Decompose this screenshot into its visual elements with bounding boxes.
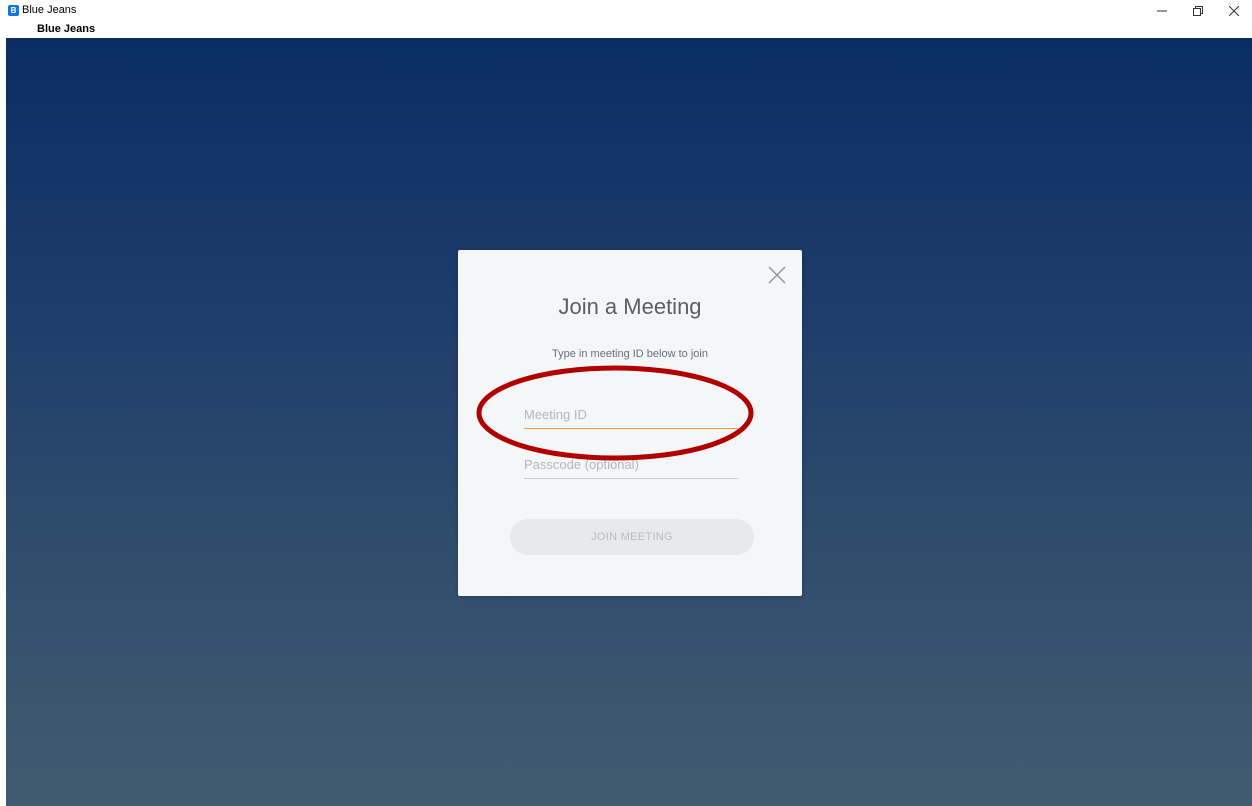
app-logo-icon: B xyxy=(8,5,19,16)
app-header-title: Blue Jeans xyxy=(37,23,96,35)
restore-button[interactable] xyxy=(1180,0,1216,22)
window-controls xyxy=(1144,0,1252,22)
join-meeting-dialog: Join a Meeting Type in meeting ID below … xyxy=(458,250,802,596)
restore-icon xyxy=(1193,6,1203,16)
dialog-instructions: Type in meeting ID below to join xyxy=(552,348,708,360)
dialog-close-button[interactable] xyxy=(766,264,788,286)
window-title: Blue Jeans xyxy=(22,4,77,16)
app-header-bar: Blue Jeans xyxy=(0,22,1252,38)
meeting-id-input[interactable] xyxy=(524,400,738,429)
title-bar[interactable]: B Blue Jeans xyxy=(0,0,1252,22)
minimize-icon xyxy=(1157,10,1167,12)
app-window: B Blue Jeans Blue Jeans Join a Meeting T… xyxy=(0,0,1252,806)
close-icon xyxy=(768,266,786,284)
close-icon xyxy=(1229,6,1239,16)
passcode-input[interactable] xyxy=(524,450,738,479)
dialog-title: Join a Meeting xyxy=(558,294,702,319)
window-close-button[interactable] xyxy=(1216,0,1252,22)
join-meeting-button[interactable]: JOIN MEETING xyxy=(510,519,754,555)
minimize-button[interactable] xyxy=(1144,0,1180,22)
